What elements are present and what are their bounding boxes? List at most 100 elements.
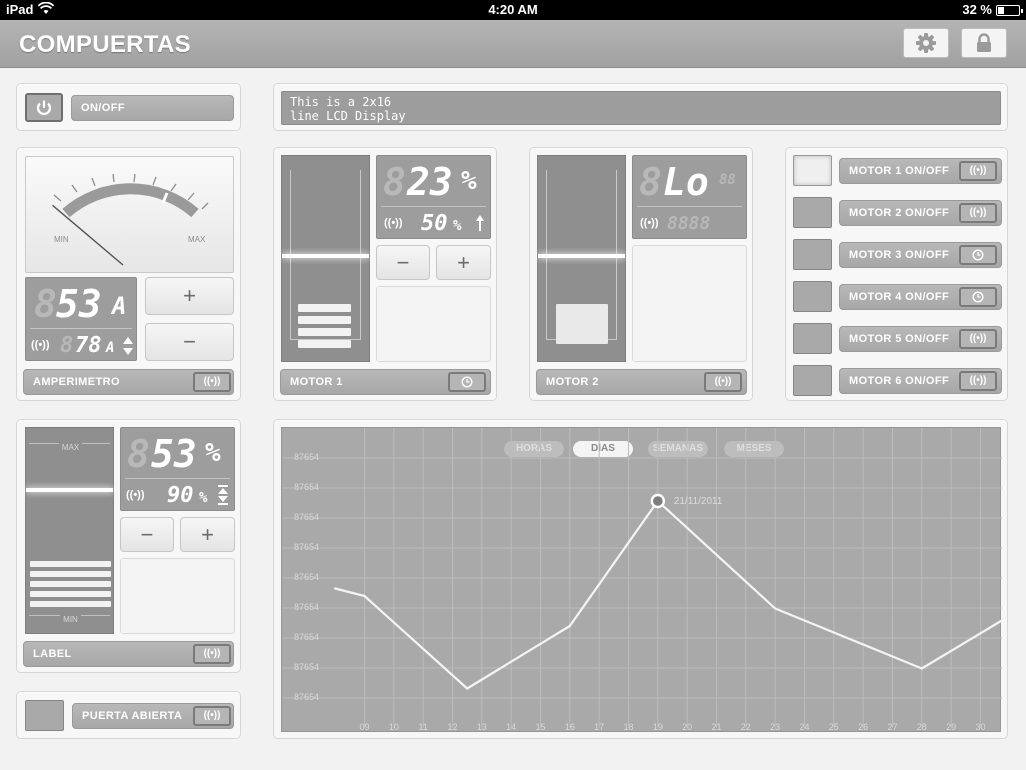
x-tick-label: 26 xyxy=(858,722,869,732)
lcd-display: This is a 2x16 line LCD Display xyxy=(281,91,1001,125)
series-line xyxy=(334,499,1002,690)
x-tick-label: 29 xyxy=(946,722,957,732)
motor1-value: 23 xyxy=(407,160,453,204)
ammeter-setpoint: 78 xyxy=(75,333,102,358)
motor1-setpoint: 50 xyxy=(421,211,448,236)
x-tick-label: 12 xyxy=(447,722,458,732)
level-setpoint-line xyxy=(26,488,113,492)
ammeter-signal-button[interactable]: ((•)) xyxy=(193,372,231,392)
motor-switch-indicator[interactable] xyxy=(793,197,832,228)
lcd-line-1: This is a 2x16 xyxy=(290,95,392,109)
signal-icon: ((•)) xyxy=(969,333,987,344)
power-button[interactable] xyxy=(25,93,63,122)
signal-icon: ((•)) xyxy=(969,207,987,218)
limit-arrows-icon xyxy=(218,485,228,505)
settings-button[interactable] xyxy=(903,28,949,58)
level-minus-button[interactable]: − xyxy=(120,517,174,552)
power-panel: ON/OFF xyxy=(16,83,241,131)
line-chart: 21/11/2011 xyxy=(282,428,1002,728)
x-tick-label: 11 xyxy=(418,722,428,732)
ammeter-ghost-digit: 8 xyxy=(34,282,57,326)
motor1-blank-area xyxy=(376,286,491,362)
level-unit: % xyxy=(205,438,221,468)
level-plus-button[interactable]: + xyxy=(180,517,235,552)
gauge-segment xyxy=(298,304,351,312)
motor-switch-indicator[interactable] xyxy=(793,323,832,354)
motor2-signal-button[interactable]: ((•)) xyxy=(704,372,742,392)
motor-switch-label-text: MOTOR 6 ON/OFF xyxy=(849,375,950,387)
clock-icon xyxy=(972,249,984,261)
x-tick-label: 13 xyxy=(476,722,487,732)
data-point xyxy=(465,687,469,690)
motor-switch-button[interactable]: ((•)) xyxy=(959,161,997,181)
y-tick-label: 87654 xyxy=(294,512,320,522)
lock-icon xyxy=(977,33,991,52)
gauge-segment xyxy=(30,571,111,577)
x-tick-label: 18 xyxy=(623,722,634,732)
meter-max-label: MAX xyxy=(188,235,206,244)
highlight-marker[interactable] xyxy=(650,493,666,509)
motor1-lcd: 8 23 % ((•)) 50 % xyxy=(376,155,491,239)
motor1-label-text: MOTOR 1 xyxy=(290,376,343,388)
gauge-segment xyxy=(30,601,111,607)
x-tick-label: 15 xyxy=(535,722,546,732)
motor-switch-button[interactable]: ((•)) xyxy=(959,371,997,391)
arrow-up-icon xyxy=(476,215,484,231)
motor-switch-indicator[interactable] xyxy=(793,365,832,396)
ammeter-plus-button[interactable]: + xyxy=(145,277,234,315)
motor-switch-button[interactable]: ((•)) xyxy=(959,203,997,223)
y-tick-label: 87654 xyxy=(294,482,320,492)
motor-switch-label-text: MOTOR 3 ON/OFF xyxy=(849,249,950,261)
motor-switch-button[interactable]: ((•)) xyxy=(959,329,997,349)
x-tick-label: 17 xyxy=(594,722,605,732)
level-panel: MAX MIN 8 53 % ((•)) 90 % − + LABEL ((•)… xyxy=(16,419,241,673)
x-tick-label: 23 xyxy=(770,722,781,732)
motor-switch-button[interactable] xyxy=(959,245,997,265)
x-tick-label: 25 xyxy=(828,722,839,732)
lock-button[interactable] xyxy=(961,28,1007,58)
x-tick-label: 19 xyxy=(652,722,663,732)
motor-switch-indicator[interactable] xyxy=(793,239,832,270)
motor1-minus-button[interactable]: − xyxy=(376,245,430,280)
signal-icon: ((•)) xyxy=(31,339,50,351)
level-max-label: MAX xyxy=(58,443,83,452)
title-bar: COMPUERTAS xyxy=(0,20,1026,68)
chart-area: HORAS DIAS SEMANAS MESES 21/11/2011 87654 87… xyxy=(281,427,1002,732)
motor-switch-indicator[interactable] xyxy=(793,281,832,312)
data-point xyxy=(363,594,366,598)
signal-icon: ((•)) xyxy=(640,217,659,229)
motor1-plus-button[interactable]: + xyxy=(436,245,491,280)
level-min-label: MIN xyxy=(60,615,81,624)
level-ghost-digit: 8 xyxy=(127,432,150,476)
data-point xyxy=(920,667,924,670)
setpoint-ghost: 8 xyxy=(60,333,74,358)
x-tick-label: 21 xyxy=(711,722,722,732)
x-tick-label: 28 xyxy=(916,722,927,732)
y-tick-label: 87654 xyxy=(294,542,320,552)
level-blank-area xyxy=(120,558,235,634)
motor1-timer-button[interactable] xyxy=(448,372,486,392)
level-label-text: LABEL xyxy=(33,648,72,660)
x-tick-label: 30 xyxy=(975,722,986,732)
x-tick-label: 20 xyxy=(682,722,693,732)
status-bar: iPad 4:20 AM 32 % xyxy=(0,0,1026,20)
motor-switch-button[interactable] xyxy=(959,287,997,307)
clock-icon xyxy=(972,291,984,303)
door-signal-button[interactable]: ((•)) xyxy=(193,706,231,726)
lcd-line-2: line LCD Display xyxy=(290,109,406,123)
lcd-divider xyxy=(125,478,230,479)
gauge-segment xyxy=(298,316,351,324)
y-tick-label: 87654 xyxy=(294,632,320,642)
motor-switch-indicator[interactable] xyxy=(793,155,832,186)
y-tick-label: 87654 xyxy=(294,662,320,672)
gauge-segment xyxy=(30,581,111,587)
level-gauge: MAX MIN xyxy=(25,427,114,634)
lcd-divider xyxy=(381,206,486,207)
data-point xyxy=(568,624,572,628)
motor1-panel: 8 23 % ((•)) 50 % − + MOTOR 1 xyxy=(273,147,497,401)
motor2-ghost-tail: 88 xyxy=(719,172,736,188)
level-signal-button[interactable]: ((•)) xyxy=(193,644,231,664)
motor2-gauge xyxy=(537,155,626,362)
y-tick-label: 87654 xyxy=(294,602,320,612)
ammeter-minus-button[interactable]: − xyxy=(145,323,234,361)
